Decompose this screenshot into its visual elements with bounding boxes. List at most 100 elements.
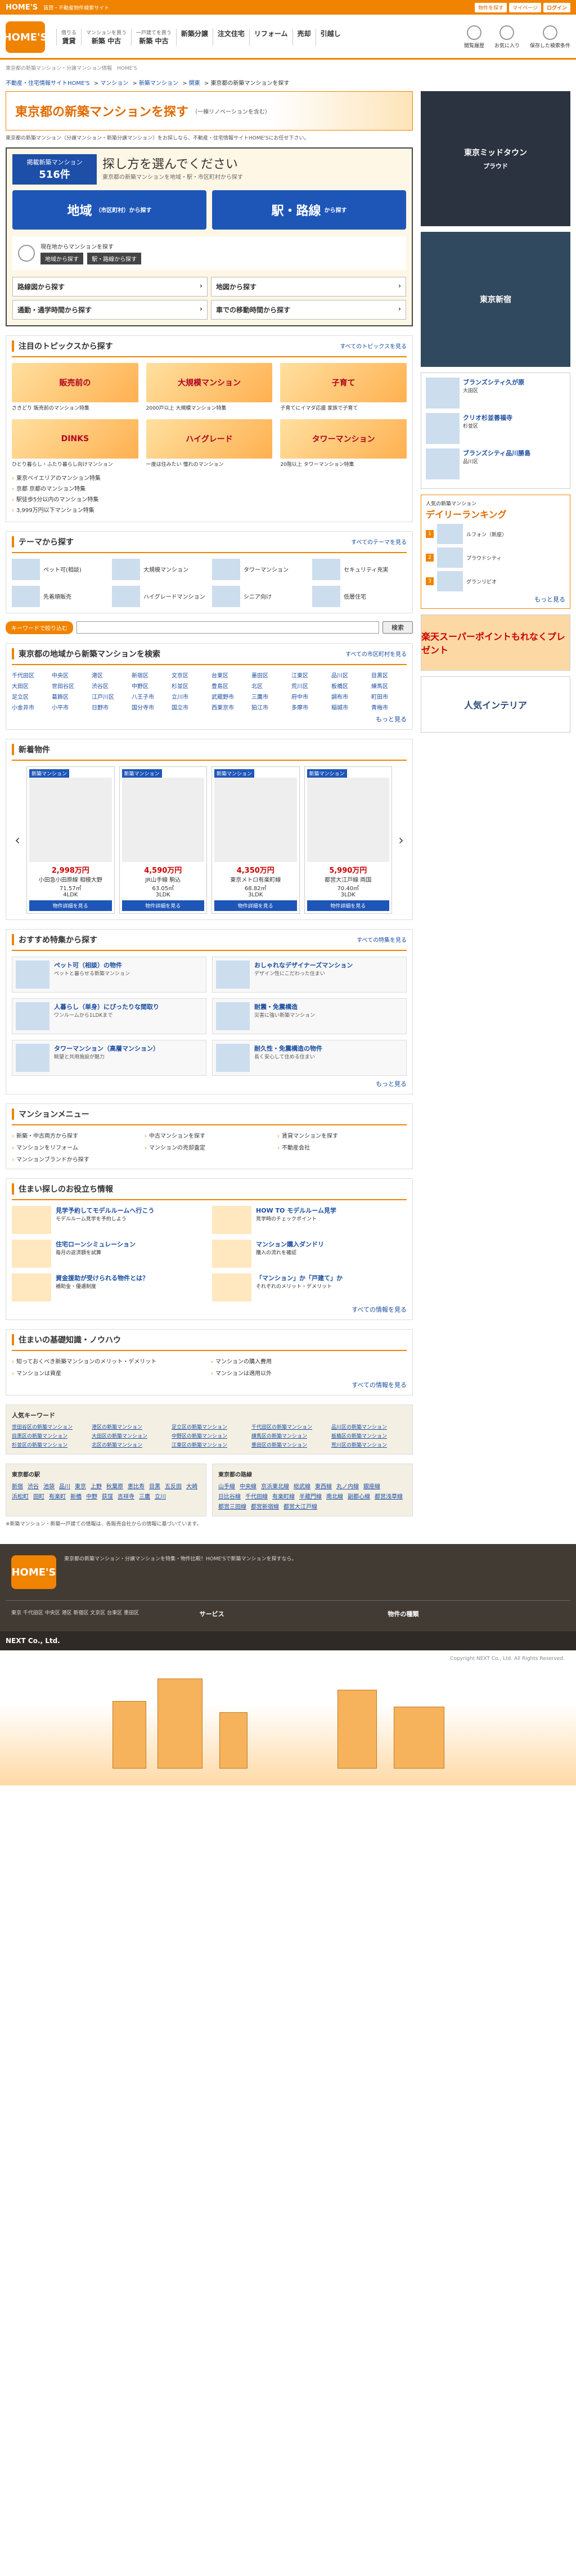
topic-card[interactable]: 子育て 子育てにイマダ応援 家族で子育て: [280, 362, 407, 411]
link-item[interactable]: 日野市: [92, 703, 127, 711]
nav-new-sale[interactable]: 新築分譲: [176, 29, 213, 46]
link-item[interactable]: 副都心線: [348, 1492, 370, 1500]
topic-link[interactable]: 駅徒歩5分以内のマンション特集: [12, 495, 407, 505]
top-link-mypage[interactable]: マイページ: [509, 2, 541, 12]
link-item[interactable]: 南北線: [326, 1492, 343, 1500]
recommend-item[interactable]: 人暮らし（単身）にぴったりな間取り ワンルームから1LDKまで: [12, 998, 206, 1034]
link-item[interactable]: 渋谷区: [92, 681, 127, 690]
topic-card[interactable]: DINKS ひとり暮らし・ふたり暮らし向けマンション: [12, 419, 138, 468]
nav-mansion[interactable]: マンションを買う 新築 中古: [81, 29, 131, 46]
menu-link[interactable]: 不動産会社: [277, 1143, 407, 1151]
link-item[interactable]: 武蔵野市: [212, 692, 247, 701]
link-item[interactable]: 中央線: [240, 1482, 256, 1490]
link-item[interactable]: 豊島区: [212, 681, 247, 690]
sidebar-ad-1[interactable]: 東京ミッドタウン プラウド: [421, 91, 570, 226]
link-item[interactable]: 葛飾区: [52, 692, 87, 701]
link-item[interactable]: 五反田: [165, 1482, 182, 1490]
link-item[interactable]: 東京: [75, 1482, 86, 1490]
property-card[interactable]: 新築マンション 4,350万円 東京メトロ有楽町線 68.82㎡ 3LDK 物件詳細を見る: [212, 766, 300, 914]
theme-item[interactable]: シニア向け: [212, 585, 307, 607]
link-item[interactable]: 世田谷区: [52, 681, 87, 690]
login-button[interactable]: ログイン: [543, 2, 570, 12]
link-item[interactable]: 練馬区の新築マンション: [251, 1432, 327, 1439]
theme-item[interactable]: 大規模マンション: [112, 558, 206, 580]
next-arrow-icon[interactable]: ›: [395, 832, 407, 848]
property-card[interactable]: 新築マンション 5,990万円 都営大江戸線 両国 70.40㎡ 3LDK 物件詳細を見る: [304, 766, 392, 914]
footer-logo[interactable]: HOME'S: [11, 1555, 56, 1589]
link-item[interactable]: 目黒区: [371, 671, 407, 679]
link-item[interactable]: 品川区の新築マンション: [331, 1423, 407, 1430]
route-map-search[interactable]: 路線図から探す ›: [12, 276, 208, 297]
recommend-item[interactable]: タワーマンション（高層マンション） 眺望と共用施設が魅力: [12, 1039, 206, 1076]
theme-item[interactable]: ハイグレードマンション: [112, 585, 206, 607]
link-item[interactable]: 中央区: [52, 671, 87, 679]
promo-banner-1[interactable]: 楽天スーパーポイントもれなくプレゼント: [421, 614, 570, 671]
area-more-link[interactable]: すべての市区町村を見る: [345, 649, 407, 658]
link-item[interactable]: 日比谷線: [218, 1492, 241, 1500]
nav-sell[interactable]: 売却: [292, 29, 316, 46]
sidebar-ad-2[interactable]: 東京新宿: [421, 232, 570, 367]
help-item[interactable]: HOW TO モデルルーム見学 見学時のチェックポイント: [212, 1205, 407, 1234]
property-detail-button[interactable]: 物件詳細を見る: [29, 900, 112, 911]
ranking-more-link[interactable]: もっと見る: [534, 596, 565, 603]
link-item[interactable]: 山手線: [218, 1482, 235, 1490]
top-link-search[interactable]: 物件を探す: [475, 2, 507, 12]
station-search-button[interactable]: 駅・路線 から探す: [212, 190, 406, 230]
link-item[interactable]: 文京区: [172, 671, 207, 679]
basics-more-link[interactable]: すべての情報を見る: [352, 1381, 407, 1389]
property-detail-button[interactable]: 物件詳細を見る: [214, 900, 297, 911]
menu-link[interactable]: マンションの売却査定: [145, 1143, 274, 1151]
link-item[interactable]: 池袋: [43, 1482, 55, 1490]
topic-card[interactable]: 販売前の さきどり 販売前のマンション特集: [12, 362, 138, 411]
link-item[interactable]: 丸ノ内線: [336, 1482, 359, 1490]
link-item[interactable]: 有楽町: [49, 1492, 66, 1500]
topic-link[interactable]: 3,999万円以下マンション特集: [12, 505, 407, 516]
theme-item[interactable]: 低層住宅: [312, 585, 407, 607]
recommend-item[interactable]: 耐震・免震構造 災害に強い新築マンション: [212, 998, 407, 1034]
ranking-item[interactable]: 3 グランリビオ: [426, 571, 565, 591]
link-item[interactable]: 世田谷区の新築マンション: [12, 1423, 87, 1430]
link-item[interactable]: 墨田区: [251, 671, 287, 679]
link-item[interactable]: 北区: [251, 681, 287, 690]
commute-search[interactable]: 通勤・通学時間から探す ›: [12, 299, 208, 320]
link-item[interactable]: 台東区: [212, 671, 247, 679]
link-item[interactable]: 板橋区の新築マンション: [331, 1432, 407, 1439]
theme-item[interactable]: 先着順販売: [12, 585, 106, 607]
menu-link[interactable]: マンションをリフォーム: [12, 1143, 141, 1151]
sidebar-item[interactable]: ブランズシティ久が原 大田区: [426, 378, 565, 409]
link-item[interactable]: 都営浅草線: [375, 1492, 403, 1500]
help-more-link[interactable]: すべての情報を見る: [352, 1306, 407, 1313]
link-item[interactable]: 青梅市: [371, 703, 407, 711]
location-area-button[interactable]: 地域から探す: [40, 252, 83, 264]
link-item[interactable]: 江戸川区: [92, 692, 127, 701]
menu-link[interactable]: 新築・中古両方から探す: [12, 1131, 141, 1139]
link-item[interactable]: 田町: [33, 1492, 44, 1500]
link-item[interactable]: 半蔵門線: [299, 1492, 322, 1500]
link-item[interactable]: 中野区の新築マンション: [172, 1432, 247, 1439]
link-item[interactable]: 目黒: [149, 1482, 160, 1490]
keyword-search-button[interactable]: 検索: [382, 621, 413, 634]
link-item[interactable]: 国立市: [172, 703, 207, 711]
link-item[interactable]: 大田区: [12, 681, 47, 690]
sidebar-item[interactable]: ブランズシティ品川勝島 品川区: [426, 448, 565, 479]
basics-link[interactable]: マンションは資産: [12, 1368, 208, 1377]
top-logo[interactable]: HOME'S: [6, 3, 38, 12]
link-item[interactable]: 浜松町: [12, 1492, 29, 1500]
saved-search-button[interactable]: 保存した検索条件: [530, 25, 570, 49]
keyword-input[interactable]: [76, 621, 379, 634]
site-logo[interactable]: HOME'S: [3, 21, 48, 53]
link-item[interactable]: 杉並区: [172, 681, 207, 690]
link-item[interactable]: 足立区の新築マンション: [172, 1423, 247, 1430]
basics-link[interactable]: マンションの購入費用: [211, 1357, 407, 1365]
breadcrumb-link[interactable]: 関東: [189, 80, 200, 87]
basics-link[interactable]: マンションは適用以外: [211, 1368, 407, 1377]
link-item[interactable]: 小平市: [52, 703, 87, 711]
history-button[interactable]: 閲覧履歴: [464, 25, 484, 49]
link-item[interactable]: 千代田線: [245, 1492, 268, 1500]
link-item[interactable]: 国分寺市: [132, 703, 167, 711]
company-logo[interactable]: NEXT Co., Ltd.: [6, 1637, 60, 1645]
topic-card[interactable]: タワーマンション 20階以上 タワーマンション特集: [280, 419, 407, 468]
recommend-more2-link[interactable]: もっと見る: [376, 1080, 407, 1088]
link-item[interactable]: 大崎: [186, 1482, 197, 1490]
link-item[interactable]: 新橋: [70, 1492, 82, 1500]
